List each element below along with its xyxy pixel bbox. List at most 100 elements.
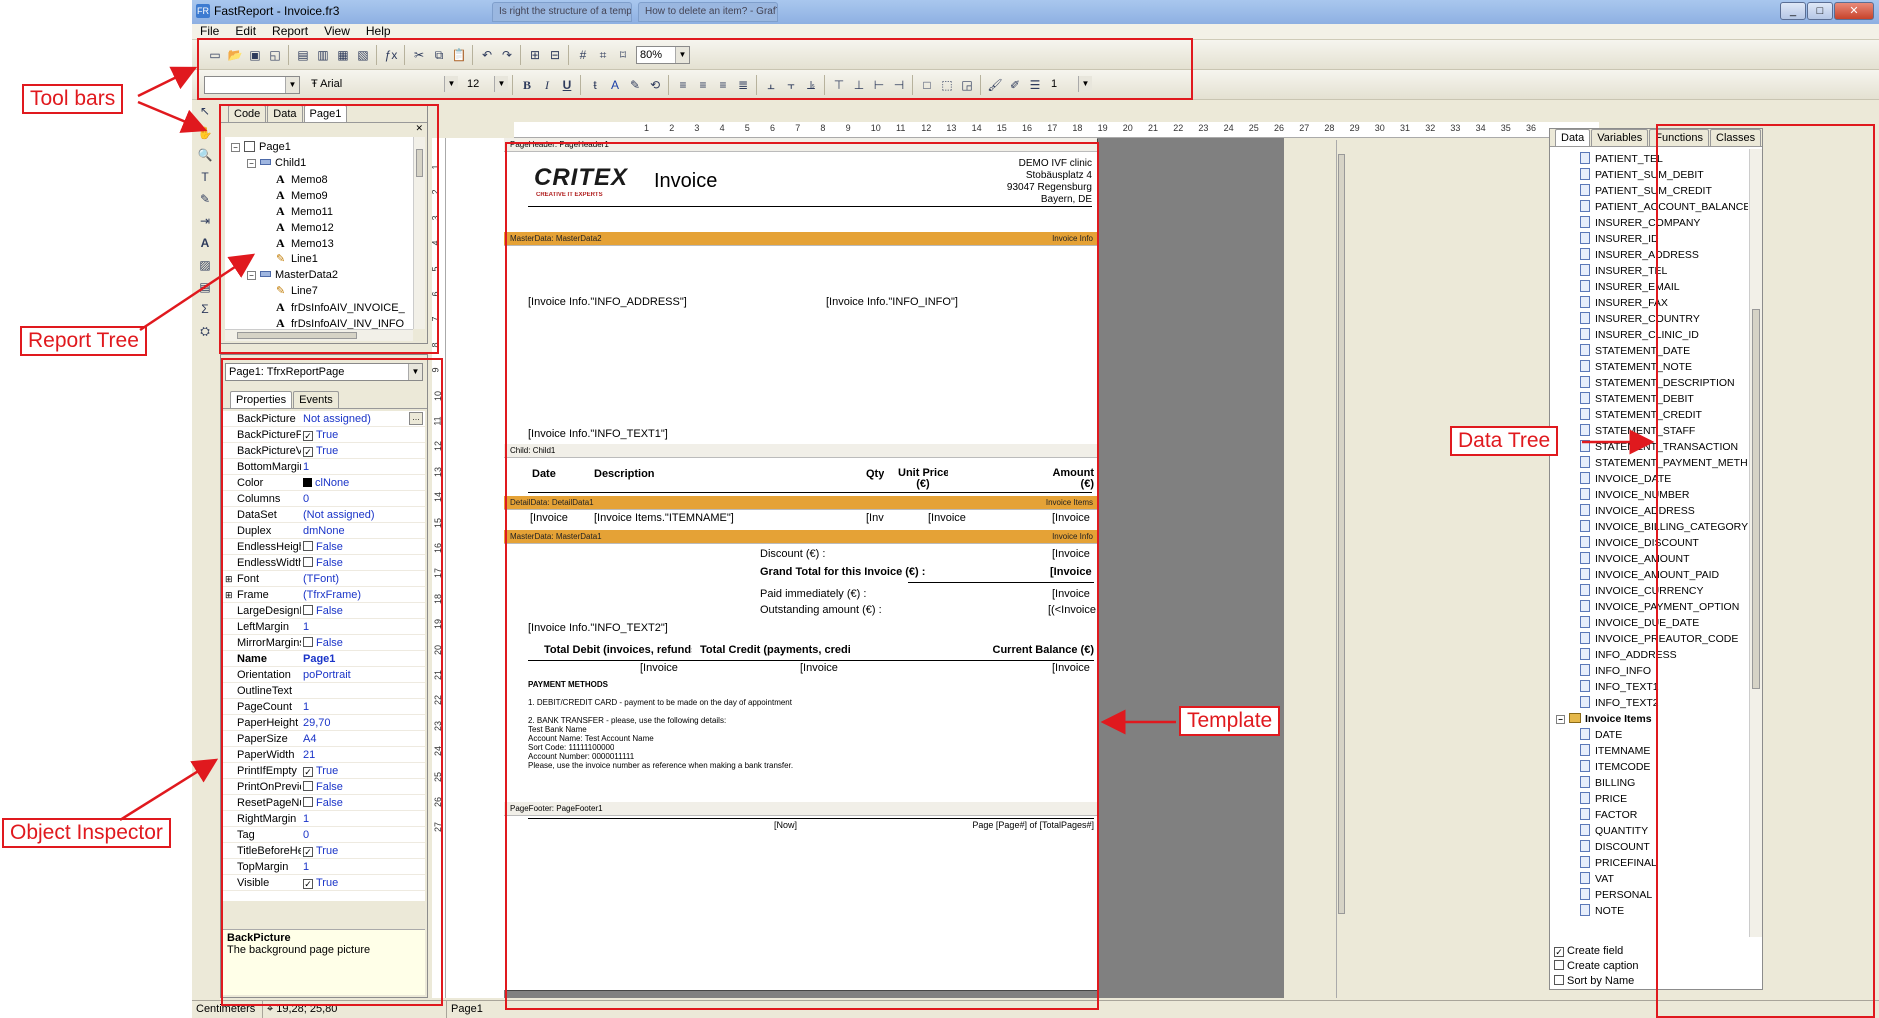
menu-report[interactable]: Report [264,24,316,39]
data-field-label: INFO_INFO [1595,665,1652,677]
option-label: Create field [1567,945,1624,957]
data-field[interactable]: PRICEFINAL [1580,855,1657,871]
picture-tool-icon[interactable]: ▨ [196,256,214,274]
ruler-tick: 27 [1299,123,1310,133]
field-icon [1580,392,1590,404]
ruler-tick: 16 [1022,123,1033,133]
checkbox[interactable]: ✓ [1554,947,1564,957]
status-page: Page1 [446,1001,483,1018]
data-field[interactable]: INSURER_TEL [1580,263,1667,279]
ruler-tick: 8 [820,123,826,133]
field-icon [1580,744,1590,756]
field-icon [1580,632,1590,644]
field-icon [1580,376,1590,388]
zoom-tool-icon[interactable]: 🔍 [196,146,214,164]
data-field[interactable]: ITEMNAME [1580,743,1650,759]
label-toolbars: Tool bars [22,84,124,114]
minimize-button[interactable]: _ [1780,2,1806,20]
hand-tool-icon[interactable]: ✋ [196,124,214,142]
checkbox[interactable] [1554,960,1564,970]
data-group-label: Invoice Items [1585,713,1652,725]
more-tools-icon[interactable]: ⛭ [196,322,214,340]
field-icon [1580,776,1590,788]
data-field[interactable]: DISCOUNT [1580,839,1650,855]
collapse-icon[interactable]: − [1556,715,1565,724]
checkbox[interactable] [1554,975,1564,985]
format-painter-icon[interactable]: ✎ [196,190,214,208]
data-field[interactable]: DATE [1580,727,1622,743]
data-field[interactable]: NOTE [1580,903,1624,919]
data-field[interactable]: PERSONAL [1580,887,1652,903]
data-field[interactable]: ITEMCODE [1580,759,1650,775]
band-tool-icon[interactable]: ⇥ [196,212,214,230]
data-field[interactable]: FACTOR [1580,807,1637,823]
data-field[interactable]: INFO_TEXT2 [1580,695,1659,711]
data-field-label: DATE [1595,729,1623,741]
field-icon [1580,616,1590,628]
annotation-toolbars-box [197,38,1193,100]
field-icon [1580,760,1590,772]
option-row[interactable]: Create caption [1554,960,1639,972]
data-field-label: BILLING [1595,777,1636,789]
field-icon [1580,808,1590,820]
ruler-tick: 24 [1223,123,1234,133]
field-icon [1580,168,1590,180]
horizontal-ruler: 1 2 3 4 5 6 7 8 9 10 11 12 13 14 15 16 17 18 19 20 21 22 23 24 2… [514,122,1599,138]
ghost-tab[interactable]: Is right the structure of a template [492,2,632,22]
tab-data[interactable]: Data [1555,129,1591,146]
data-field-label: ITEMNAME [1595,745,1651,757]
ruler-tick: 35 [1500,123,1511,133]
data-field[interactable]: QUANTITY [1580,823,1648,839]
text-tool-icon[interactable]: T [196,168,214,186]
page-margin [446,138,504,998]
data-field[interactable]: INSURER_FAX [1580,295,1668,311]
field-icon [1580,232,1590,244]
option-row[interactable]: Sort by Name [1554,975,1634,987]
sum-tool-icon[interactable]: Σ [196,300,214,318]
ruler-tick: 25 [1248,123,1259,133]
dataset-icon [1569,713,1581,723]
subreport-tool-icon[interactable]: ▤ [196,278,214,296]
field-icon [1580,520,1590,532]
menu-file[interactable]: File [192,24,227,39]
field-icon [1580,216,1590,228]
data-field-label: QUANTITY [1595,825,1649,837]
option-label: Create caption [1567,960,1639,972]
data-group[interactable]: − Invoice Items [1556,711,1652,727]
data-field[interactable]: INFO_INFO [1580,663,1651,679]
data-field[interactable]: VAT [1580,871,1614,887]
select-tool-icon[interactable]: ↖ [196,102,214,120]
ruler-tick: 11 [896,123,906,133]
ruler-tick: 15 [996,123,1007,133]
ghost-tab[interactable]: How to delete an item? - GrafTV [638,2,778,22]
menu-view[interactable]: View [316,24,358,39]
workspace-vscrollbar[interactable] [1336,140,1346,998]
ruler-tick: 31 [1400,123,1411,133]
data-field[interactable]: PATIENT_TEL [1580,151,1663,167]
field-icon [1580,600,1590,612]
data-field-label: DISCOUNT [1595,841,1650,853]
data-field[interactable]: INFO_TEXT1 [1580,679,1659,695]
data-field-label: INFO_TEXT2 [1595,697,1659,709]
field-icon [1580,312,1590,324]
menu-edit[interactable]: Edit [227,24,264,39]
menu-help[interactable]: Help [358,24,399,39]
data-field[interactable]: PRICE [1580,791,1627,807]
tab-variables[interactable]: Variables [1591,129,1649,146]
data-field[interactable]: INSURER_ID [1580,231,1659,247]
ruler-tick: 5 [744,123,750,133]
option-row[interactable]: ✓ Create field [1554,945,1623,957]
data-field[interactable]: BILLING [1580,775,1635,791]
field-icon [1580,152,1590,164]
annotation-object-inspector-box [221,358,443,1006]
field-icon [1580,504,1590,516]
field-icon [1580,440,1590,452]
close-button[interactable]: ✕ [1834,2,1874,20]
maximize-button[interactable]: □ [1807,2,1833,20]
field-icon [1580,664,1590,676]
field-icon [1580,856,1590,868]
field-icon [1580,888,1590,900]
memo-tool-icon[interactable]: A [196,234,214,252]
ruler-tick: 32 [1425,123,1436,133]
label-template: Template [1179,706,1281,736]
